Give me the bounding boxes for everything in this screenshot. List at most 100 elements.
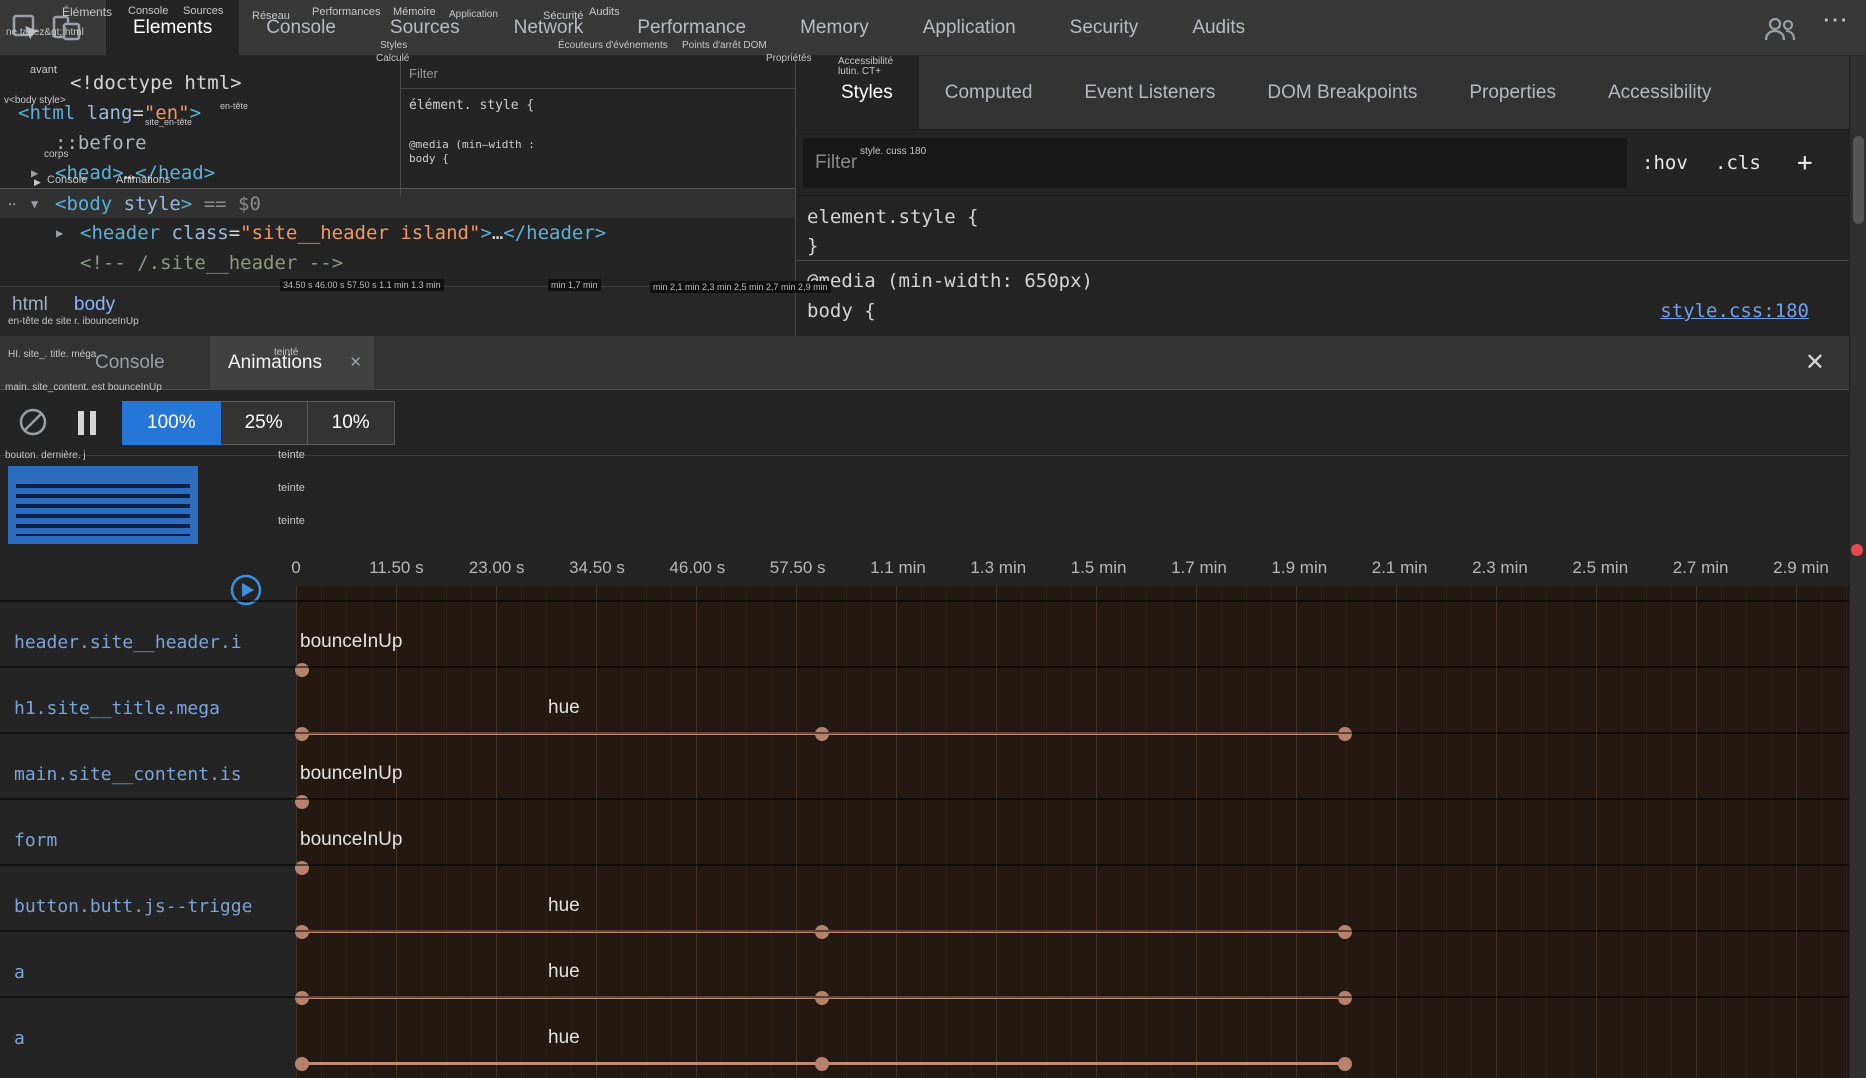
tab-network[interactable]: Network [487, 0, 611, 56]
animation-node-label[interactable]: header.site__header.i [14, 632, 290, 653]
close-drawer-icon[interactable]: ✕ [1805, 336, 1825, 390]
sidebar-tab-styles[interactable]: Styles [815, 56, 919, 129]
disclosure-arrow-icon[interactable]: ▶ [31, 158, 38, 188]
keyframe-dot[interactable] [815, 1057, 829, 1071]
tab-sources[interactable]: Sources [363, 0, 487, 56]
code-segment: </header> [503, 222, 606, 244]
dom-tree-row[interactable]: <html lang="en"> [0, 98, 795, 128]
code-segment: <header [80, 222, 172, 244]
code-segment: <!doctype html> [70, 72, 242, 94]
code-segment: == $0 [192, 193, 261, 215]
code-segment: <html [18, 102, 87, 124]
ruler-tick: 57.50 s [770, 558, 826, 578]
tab-elements[interactable]: Elements [106, 0, 239, 56]
body-rule: body { [807, 300, 876, 322]
code-segment: > [480, 222, 491, 244]
animation-row: main.site__content.is bounceInUp [0, 732, 1849, 798]
disclosure-arrow-icon[interactable]: ▶ [56, 218, 63, 248]
ruler-tick: 2.1 min [1372, 558, 1428, 578]
ruler-tick: 11.50 s [369, 558, 424, 578]
code-segment: = [229, 222, 240, 244]
animation-name: hue [548, 1027, 580, 1049]
devtools-tab-strip: ElementsConsoleSourcesNetworkPerformance… [106, 0, 1272, 56]
ruler-tick: 0 [291, 558, 300, 578]
close-tab-icon[interactable]: ✕ [349, 336, 362, 390]
animation-node-label[interactable]: form [14, 830, 290, 851]
code-segment: <head> [55, 162, 124, 184]
ruler-tick: 2.3 min [1472, 558, 1528, 578]
code-segment: </head> [135, 162, 215, 184]
breadcrumb: html body [0, 286, 795, 336]
styles-tab-strip: StylesComputedEvent ListenersDOM Breakpo… [797, 56, 1849, 130]
styles-filter-input[interactable]: Filter [803, 138, 1627, 188]
animation-name: hue [548, 961, 580, 983]
animation-node-label[interactable]: a [14, 1028, 290, 1049]
tab-memory[interactable]: Memory [773, 0, 896, 56]
anim-rows: header.site__header.ibounceInUph1.site__… [0, 586, 1849, 1078]
clear-all-icon[interactable] [16, 405, 50, 444]
preview-content-lines [16, 484, 190, 536]
animation-node-label[interactable]: button.butt.js--trigge [14, 896, 290, 917]
animation-row: button.butt.js--triggehue [0, 864, 1849, 930]
code-segment: <body [55, 193, 124, 215]
dom-tree-row[interactable]: <!doctype html> [0, 68, 795, 98]
scrollbar[interactable] [1849, 56, 1866, 1078]
tab-application[interactable]: Application [896, 0, 1043, 56]
dom-tree-row[interactable]: ▶<header class="site__header island">…</… [0, 218, 795, 248]
new-style-rule-button[interactable]: + [1797, 130, 1813, 196]
code-segment: lang [87, 102, 133, 124]
tab-animations-label: Animations [228, 352, 322, 373]
dom-tree-row[interactable]: ▶<head>…</head> [0, 158, 795, 188]
people-icon[interactable] [1762, 16, 1798, 47]
tab-audits[interactable]: Audits [1165, 0, 1272, 56]
sidebar-tab-accessibility[interactable]: Accessibility [1582, 56, 1737, 129]
speed-button-100[interactable]: 100% [122, 401, 221, 445]
sidebar-tab-dom-breakpoints[interactable]: DOM Breakpoints [1241, 56, 1443, 129]
dom-tree-row[interactable]: ▼<body style> == $0 [0, 188, 795, 218]
animation-node-label[interactable]: a [14, 962, 290, 983]
code-segment: > [190, 102, 201, 124]
tab-animations[interactable]: Animations ✕ [210, 336, 374, 390]
drawer-tab-strip: Console Animations ✕ ✕ [0, 336, 1849, 390]
devtools-toolbar: ElementsConsoleSourcesNetworkPerformance… [0, 0, 1866, 56]
scrollbar-thumb[interactable] [1853, 136, 1864, 224]
stylesheet-link[interactable]: style.css:180 [1660, 300, 1809, 322]
toggle-element-state-button[interactable]: :hov [1642, 130, 1688, 196]
animation-name: bounceInUp [300, 763, 402, 785]
animation-row: header.site__header.ibounceInUp [0, 600, 1849, 666]
animation-node-label[interactable]: h1.site__title.mega [14, 698, 290, 719]
device-toolbar-icon[interactable] [52, 14, 82, 47]
tab-security[interactable]: Security [1043, 0, 1166, 56]
animation-row: formbounceInUp [0, 798, 1849, 864]
ruler-tick: 2.5 min [1572, 558, 1628, 578]
animation-node-label[interactable]: main.site__content.is [14, 764, 290, 785]
more-menu-button[interactable]: ⋯ [1822, 4, 1848, 35]
element-classes-button[interactable]: .cls [1715, 130, 1761, 196]
breadcrumb-item-body[interactable]: body [74, 287, 115, 323]
ruler-tick: 2.9 min [1773, 558, 1829, 578]
playback-rate-group: 100%25%10% [122, 401, 395, 445]
sidebar-tab-computed[interactable]: Computed [919, 56, 1059, 129]
ruler-tick: 1.5 min [1071, 558, 1127, 578]
inspect-icon[interactable] [12, 14, 42, 49]
breadcrumb-item-html[interactable]: html [12, 287, 48, 323]
sidebar-tab-event-listeners[interactable]: Event Listeners [1058, 56, 1241, 129]
keyframe-dot[interactable] [295, 1057, 309, 1071]
tab-console[interactable]: Console [95, 336, 165, 390]
tab-console[interactable]: Console [239, 0, 363, 56]
styles-rules: element.style { } @media (min-width: 650… [797, 196, 1849, 336]
dom-tree-row[interactable]: ::before [0, 128, 795, 158]
animation-preview-thumbnail[interactable] [8, 466, 198, 544]
speed-button-25[interactable]: 25% [221, 401, 308, 445]
speed-button-10[interactable]: 10% [308, 401, 395, 445]
ruler-tick: 1.3 min [970, 558, 1026, 578]
keyframe-dot[interactable] [1338, 1057, 1352, 1071]
elements-panel: <!doctype html><html lang="en">::before▶… [0, 56, 796, 336]
pause-all-icon[interactable] [78, 411, 96, 435]
disclosure-arrow-icon[interactable]: ▼ [31, 189, 38, 219]
code-segment: class [172, 222, 229, 244]
tab-performance[interactable]: Performance [610, 0, 773, 56]
sidebar-tab-properties[interactable]: Properties [1443, 56, 1582, 129]
ruler-tick: 1.9 min [1271, 558, 1327, 578]
dom-tree-row[interactable]: <!-- /.site__header --> [0, 248, 795, 278]
